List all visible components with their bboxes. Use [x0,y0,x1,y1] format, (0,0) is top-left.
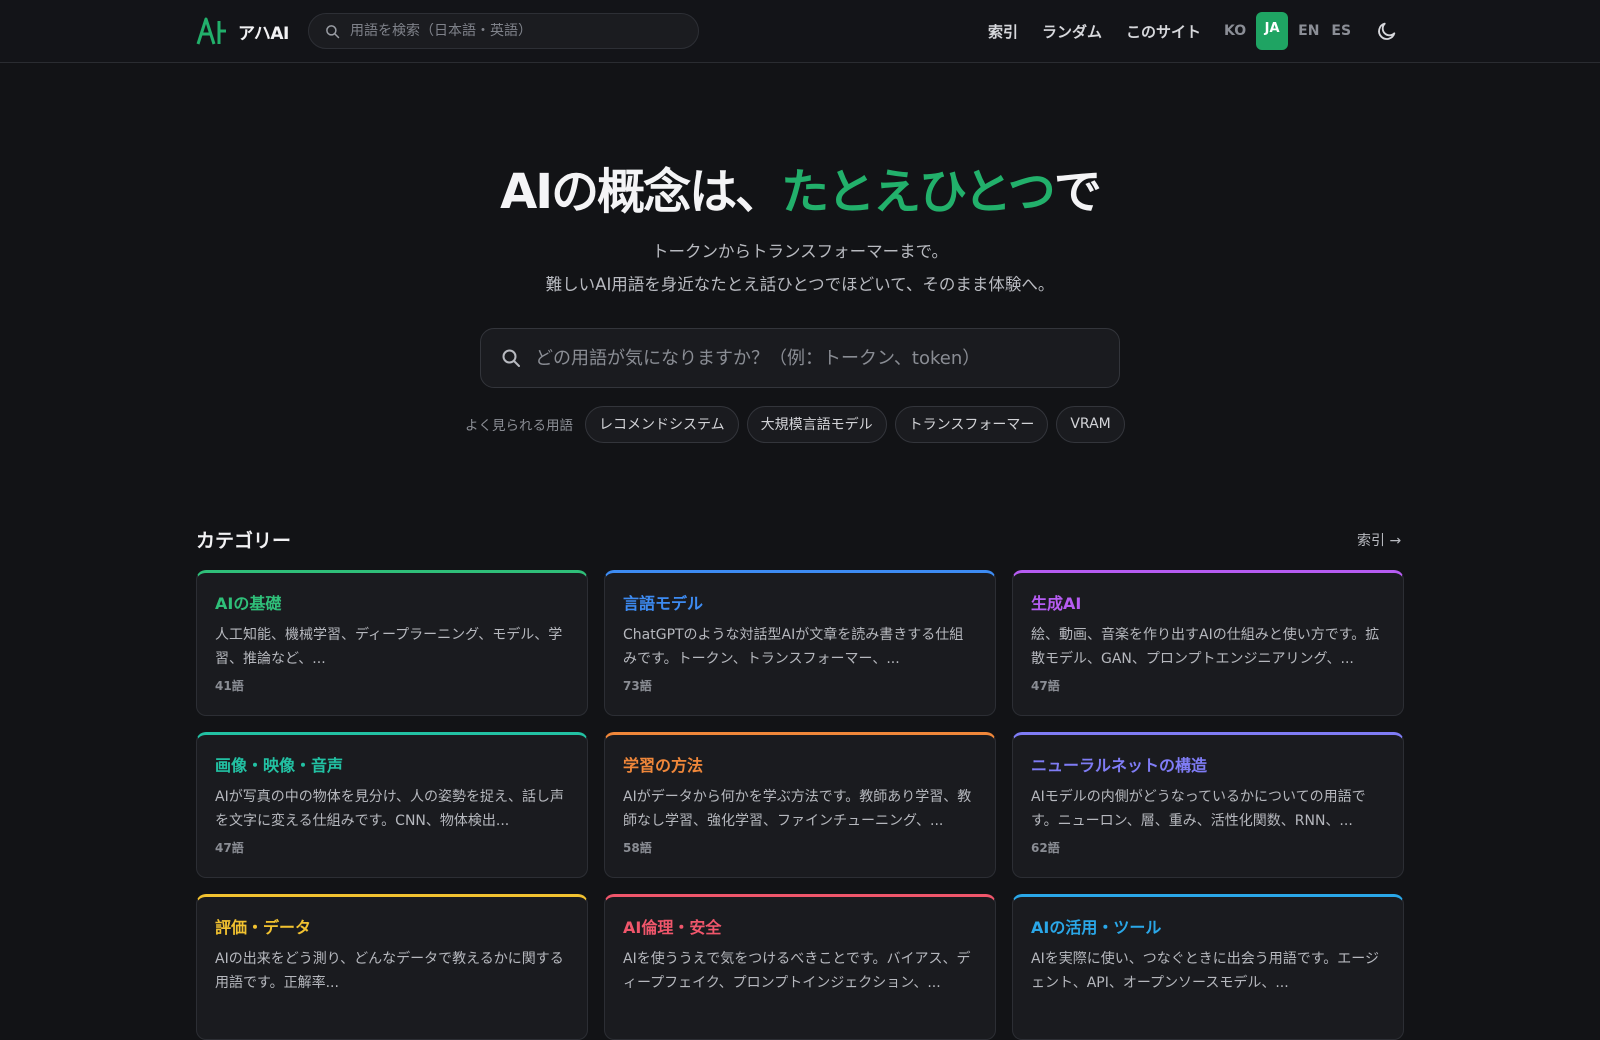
category-description: 絵、動画、音楽を作り出すAIの仕組みと使い方です。拡散モデル、GAN、プロンプト… [1031,627,1380,667]
category-description: ChatGPTのような対話型AIが文章を読み書きする仕組みです。トークン、トラン… [623,627,964,667]
category-description: AIがデータから何かを学ぶ方法です。教師あり学習、教師なし学習、強化学習、ファイ… [623,789,972,829]
hero-title: AIの概念は、たとえひとつで [0,152,1600,222]
category-title: 画像・映像・音声 [215,756,344,775]
header-search-box[interactable] [308,13,699,49]
nav-index[interactable]: 索引 [988,21,1018,42]
category-card[interactable]: 言語モデル ChatGPTのような対話型AIが文章を読み書きする仕組みです。トー… [604,570,996,716]
category-description: AIが写真の中の物体を見分け、人の姿勢を捉え、話し声を文字に変える仕組みです。C… [215,789,565,829]
category-title: AIの活用・ツール [1031,918,1162,937]
category-grid: AIの基礎 人工知能、機械学習、ディープラーニング、モデル、学習、推論など、..… [196,570,1404,1040]
category-term-count: 73語 [623,679,652,693]
search-icon [326,24,340,38]
popular-term-chip[interactable]: レコメンドシステム [585,405,739,443]
category-description: AIモデルの内側がどうなっているかについての用語です。ニューロン、層、重み、活性… [1031,789,1366,829]
category-card[interactable]: AIの基礎 人工知能、機械学習、ディープラーニング、モデル、学習、推論など、..… [196,570,588,716]
category-card[interactable]: AIの活用・ツール AIを実際に使い、つなぐときに出会う用語です。エージェント、… [1012,894,1404,1040]
hero-title-accent: たとえひとつ [781,164,1056,220]
category-title: 生成AI [1031,594,1082,613]
category-description: AIを実際に使い、つなぐときに出会う用語です。エージェント、API、オープンソー… [1031,951,1380,991]
top-header: アハAI 索引 ランダム このサイト KO JA EN ES [0,0,1600,63]
category-card[interactable]: 生成AI 絵、動画、音楽を作り出すAIの仕組みと使い方です。拡散モデル、GAN、… [1012,570,1404,716]
logo-icon [196,17,226,45]
category-term-count: 47語 [215,841,244,855]
category-title: 学習の方法 [623,756,704,775]
category-card[interactable]: 画像・映像・音声 AIが写真の中の物体を見分け、人の姿勢を捉え、話し声を文字に変… [196,732,588,878]
search-icon [502,349,520,367]
nav-random[interactable]: ランダム [1042,21,1102,42]
hero-search-box[interactable] [480,328,1120,388]
category-description: AIの出来をどう測り、どんなデータで教えるかに関する用語です。正解率... [215,951,564,991]
popular-term-chip[interactable]: VRAM [1056,405,1125,443]
lang-es[interactable]: ES [1329,23,1353,39]
category-title: AIの基礎 [215,594,282,613]
header-search-input[interactable] [350,23,670,39]
main-nav: 索引 ランダム このサイト [988,0,1201,62]
popular-term-chip[interactable]: トランスフォーマー [894,405,1049,443]
category-term-count: 41語 [215,679,244,693]
category-title: AI倫理・安全 [623,918,722,937]
lang-ja[interactable]: JA [1256,12,1289,50]
hero-search-input[interactable] [535,347,1105,369]
category-card[interactable]: AI倫理・安全 AIを使ううえで気をつけるべきことです。バイアス、ディープフェイ… [604,894,996,1040]
hero-subtitle-line2: 難しいAI用語を身近なたとえ話ひとつでほどいて、そのまま体験へ。 [545,275,1055,294]
category-description: 人工知能、機械学習、ディープラーニング、モデル、学習、推論など、... [215,627,563,667]
hero-title-suffix: で [1053,164,1102,220]
popular-term-chip[interactable]: 大規模言語モデル [746,405,887,443]
categories-heading: カテゴリー [196,530,292,552]
hero-title-prefix: AIの概念は、 [500,164,783,220]
category-term-count: 62語 [1031,841,1060,855]
lang-en[interactable]: EN [1296,23,1321,39]
category-description: AIを使ううえで気をつけるべきことです。バイアス、ディープフェイク、プロンプトイ… [623,951,971,991]
category-title: 言語モデル [623,594,704,613]
category-card[interactable]: ニューラルネットの構造 AIモデルの内側がどうなっているかについての用語です。ニ… [1012,732,1404,878]
logo-text: アハAI [238,23,289,44]
category-card[interactable]: 学習の方法 AIがデータから何かを学ぶ方法です。教師あり学習、教師なし学習、強化… [604,732,996,878]
category-term-count: 47語 [1031,679,1060,693]
category-title: ニューラルネットの構造 [1031,756,1208,775]
language-switcher: KO JA EN ES [1222,12,1353,50]
lang-ko[interactable]: KO [1222,23,1248,39]
category-title: 評価・データ [215,918,312,937]
hero-subtitle-line1: トークンからトランスフォーマーまで。 [651,242,948,261]
category-card[interactable]: 評価・データ AIの出来をどう測り、どんなデータで教えるかに関する用語です。正解… [196,894,588,1040]
moon-icon[interactable] [1376,20,1398,42]
site-logo[interactable]: アハAI [196,16,289,46]
popular-terms-label: よく見られる用語 [465,418,573,434]
index-link[interactable]: 索引 → [1357,530,1401,550]
popular-terms: よく見られる用語 レコメンドシステム 大規模言語モデル トランスフォーマー VR… [465,405,1125,443]
category-term-count: 58語 [623,841,652,855]
nav-about[interactable]: このサイト [1126,21,1201,42]
